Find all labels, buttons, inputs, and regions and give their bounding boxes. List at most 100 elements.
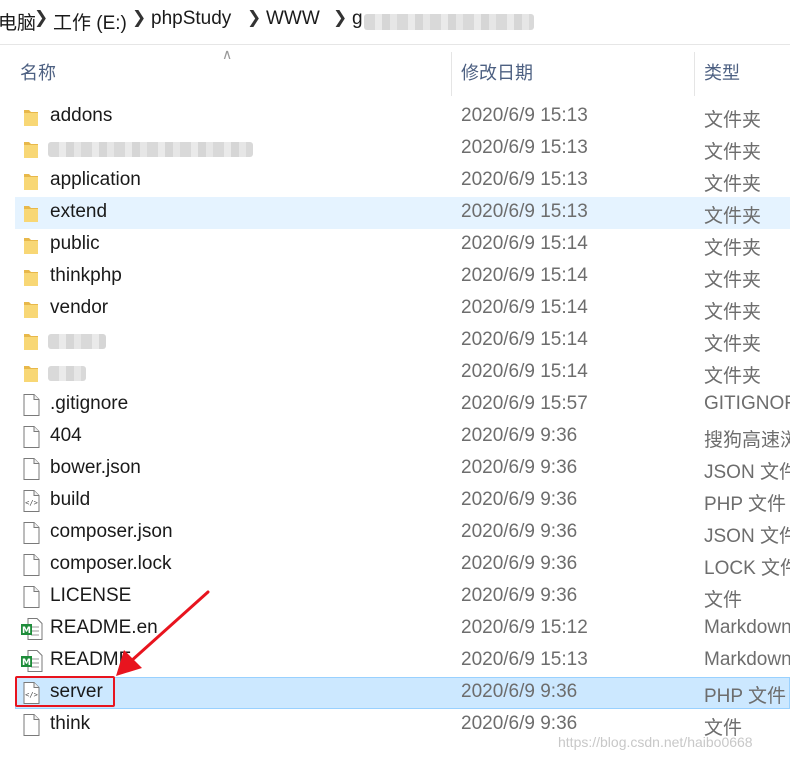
file-icon [20, 457, 42, 481]
breadcrumb-item-project[interactable]: g [352, 8, 363, 30]
file-date: 2020/6/9 9:36 [461, 521, 578, 542]
file-row[interactable]: LICENSE 2020/6/9 9:36 文件 [0, 581, 790, 613]
file-icon [20, 553, 42, 577]
file-name: bower.json [50, 457, 141, 478]
row-highlight [15, 197, 790, 229]
folder-row[interactable]: thinkphp 2020/6/9 15:14 文件夹 [0, 261, 790, 293]
chevron-right-icon[interactable]: ❯ [34, 8, 48, 28]
chevron-right-icon[interactable]: ❯ [132, 8, 146, 28]
file-type: 搜狗高速浏 [704, 430, 790, 451]
markdown-file-icon: M [20, 617, 43, 641]
file-date: 2020/6/9 9:36 [461, 713, 578, 734]
file-row[interactable]: composer.lock 2020/6/9 9:36 LOCK 文件 [0, 549, 790, 581]
folder-row[interactable]: public 2020/6/9 15:14 文件夹 [0, 229, 790, 261]
file-icon [20, 425, 42, 449]
file-row[interactable]: .gitignore 2020/6/9 15:57 GITIGNORE [0, 389, 790, 421]
row-highlight [15, 485, 790, 517]
file-name: .gitignore [50, 393, 129, 414]
folder-row[interactable]: 2020/6/9 15:13 文件夹 [0, 133, 790, 165]
file-type: 文件 [704, 590, 743, 611]
chevron-right-icon[interactable]: ❯ [247, 8, 261, 28]
breadcrumb-item-computer[interactable]: 电脑 [0, 8, 36, 35]
breadcrumb-item-phpstudy[interactable]: phpStudy [151, 8, 231, 30]
row-highlight [15, 357, 790, 389]
file-type: 文件夹 [704, 302, 762, 323]
file-date: 2020/6/9 9:36 [461, 585, 578, 606]
file-date: 2020/6/9 15:57 [461, 393, 588, 414]
file-date: 2020/6/9 15:13 [461, 201, 588, 222]
breadcrumb-item-drive[interactable]: 工作 (E:) [53, 8, 127, 35]
file-date: 2020/6/9 15:13 [461, 169, 588, 190]
file-date: 2020/6/9 15:14 [461, 233, 588, 254]
file-row[interactable]: bower.json 2020/6/9 9:36 JSON 文件 [0, 453, 790, 485]
row-highlight [15, 101, 790, 133]
file-date: 2020/6/9 15:13 [461, 137, 588, 158]
file-date: 2020/6/9 15:13 [461, 105, 588, 126]
file-name: build [50, 489, 91, 510]
file-type: 文件夹 [704, 334, 762, 355]
folder-icon [20, 329, 42, 353]
file-row[interactable]: </> build 2020/6/9 9:36 PHP 文件 [0, 485, 790, 517]
file-name: README.en [50, 617, 158, 638]
folder-icon [20, 265, 42, 289]
folder-icon [20, 169, 42, 193]
file-type: 文件夹 [704, 110, 762, 131]
file-type: 文件夹 [704, 174, 762, 195]
column-header-date[interactable]: 修改日期 [461, 47, 681, 99]
file-row[interactable]: 404 2020/6/9 9:36 搜狗高速浏 [0, 421, 790, 453]
folder-row[interactable]: vendor 2020/6/9 15:14 文件夹 [0, 293, 790, 325]
redacted-name-blur [48, 366, 86, 381]
file-name: LICENSE [50, 585, 132, 606]
svg-text:M: M [22, 658, 31, 668]
file-name: thinkphp [50, 265, 122, 286]
file-type: 文件夹 [704, 142, 762, 163]
file-date: 2020/6/9 15:14 [461, 329, 588, 350]
folder-row[interactable]: extend 2020/6/9 15:13 文件夹 [0, 197, 790, 229]
folder-row[interactable]: application 2020/6/9 15:13 文件夹 [0, 165, 790, 197]
column-header-name[interactable]: 名称 [20, 47, 440, 99]
file-type: Markdown [704, 649, 790, 670]
breadcrumb-item-www[interactable]: WWW [266, 8, 320, 30]
file-type: LOCK 文件 [704, 558, 790, 579]
folder-row[interactable]: 2020/6/9 15:14 文件夹 [0, 357, 790, 389]
annotation-highlight-box [15, 676, 115, 707]
file-name: README [50, 649, 132, 670]
file-row[interactable]: M README.en 2020/6/9 15:12 Markdown [0, 613, 790, 645]
watermark: https://blog.csdn.net/haibo0668 [558, 734, 753, 750]
file-row[interactable]: M README 2020/6/9 15:13 Markdown [0, 645, 790, 677]
file-date: 2020/6/9 15:14 [461, 297, 588, 318]
column-header-type[interactable]: 类型 [704, 47, 790, 99]
file-date: 2020/6/9 9:36 [461, 457, 578, 478]
breadcrumb[interactable]: 电脑 ❯ 工作 (E:) ❯ phpStudy ❯ WWW ❯ g [0, 0, 790, 45]
file-date: 2020/6/9 9:36 [461, 489, 578, 510]
file-type: 文件夹 [704, 366, 762, 387]
file-type: 文件夹 [704, 206, 762, 227]
file-name: composer.json [50, 521, 173, 542]
folder-row[interactable]: 2020/6/9 15:14 文件夹 [0, 325, 790, 357]
folder-icon [20, 297, 42, 321]
file-name: extend [50, 201, 108, 222]
file-icon [20, 393, 42, 417]
file-date: 2020/6/9 9:36 [461, 553, 578, 574]
file-date: 2020/6/9 15:14 [461, 265, 588, 286]
folder-icon [20, 105, 42, 129]
file-type: JSON 文件 [704, 462, 790, 483]
column-divider[interactable] [451, 52, 452, 96]
file-date: 2020/6/9 15:12 [461, 617, 588, 638]
column-divider[interactable] [694, 52, 695, 96]
chevron-right-icon[interactable]: ❯ [333, 8, 347, 28]
file-row[interactable]: </> server 2020/6/9 9:36 PHP 文件 [0, 677, 790, 709]
file-name: think [50, 713, 91, 734]
svg-text:M: M [22, 626, 31, 636]
file-type: 文件夹 [704, 238, 762, 259]
file-icon [20, 713, 42, 737]
file-row[interactable]: composer.json 2020/6/9 9:36 JSON 文件 [0, 517, 790, 549]
file-icon [20, 585, 42, 609]
folder-row[interactable]: addons 2020/6/9 15:13 文件夹 [0, 101, 790, 133]
file-date: 2020/6/9 15:13 [461, 649, 588, 670]
row-highlight [15, 325, 790, 357]
redacted-name-blur [48, 142, 253, 157]
row-highlight [15, 389, 790, 421]
folder-icon [20, 137, 42, 161]
file-date: 2020/6/9 9:36 [461, 681, 578, 702]
